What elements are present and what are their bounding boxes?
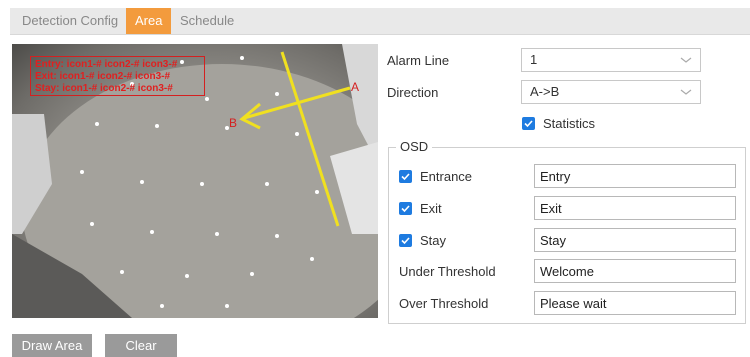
tab-bar: Detection Config Area Schedule xyxy=(10,8,750,34)
tab-schedule[interactable]: Schedule xyxy=(170,8,244,34)
alarm-line-label: Alarm Line xyxy=(387,53,450,68)
direction-value: A->B xyxy=(530,84,560,99)
check-icon xyxy=(401,205,410,213)
tab-divider xyxy=(10,34,750,35)
line-marker-a: A xyxy=(351,80,360,94)
direction-label: Direction xyxy=(387,85,439,100)
exit-input[interactable] xyxy=(534,196,736,220)
chevron-down-icon xyxy=(680,89,692,95)
tab-area[interactable]: Area xyxy=(126,8,172,34)
osd-exit-line: Exit: icon1-# icon2-# icon3-# xyxy=(35,71,171,82)
over-threshold-input[interactable] xyxy=(534,291,736,315)
draw-area-button[interactable]: Draw Area xyxy=(12,334,92,357)
over-threshold-label: Over Threshold xyxy=(399,296,489,311)
camera-preview[interactable]: Entry: icon1-# icon2-# icon3-# Exit: ico… xyxy=(12,44,378,318)
entrance-input[interactable] xyxy=(534,164,736,188)
osd-overlay: Entry: icon1-# icon2-# icon3-# Exit: ico… xyxy=(30,56,205,96)
under-threshold-label: Under Threshold xyxy=(399,264,496,279)
direction-select[interactable]: A->B xyxy=(521,80,701,104)
alarm-line-select[interactable]: 1 xyxy=(521,48,701,72)
chevron-down-icon xyxy=(680,57,692,63)
exit-label: Exit xyxy=(420,201,442,216)
check-icon xyxy=(401,173,410,181)
check-icon xyxy=(401,237,410,245)
osd-stay-line: Stay: icon1-# icon2-# icon3-# xyxy=(35,83,173,94)
statistics-label: Statistics xyxy=(543,116,596,131)
statistics-checkbox[interactable] xyxy=(522,117,535,130)
check-icon xyxy=(524,120,533,128)
exit-checkbox[interactable] xyxy=(399,202,412,215)
stay-checkbox[interactable] xyxy=(399,234,412,247)
tab-detection-config[interactable]: Detection Config xyxy=(12,8,128,34)
under-threshold-input[interactable] xyxy=(534,259,736,283)
osd-entry-line: Entry: icon1-# icon2-# icon3-# xyxy=(35,59,178,70)
line-marker-b: B xyxy=(229,116,238,130)
osd-legend: OSD xyxy=(396,139,433,154)
alarm-line-value: 1 xyxy=(530,52,538,67)
entrance-label: Entrance xyxy=(420,169,473,184)
stay-input[interactable] xyxy=(534,228,736,252)
entrance-checkbox[interactable] xyxy=(399,170,412,183)
clear-button[interactable]: Clear xyxy=(105,334,177,357)
stay-label: Stay xyxy=(420,233,447,248)
